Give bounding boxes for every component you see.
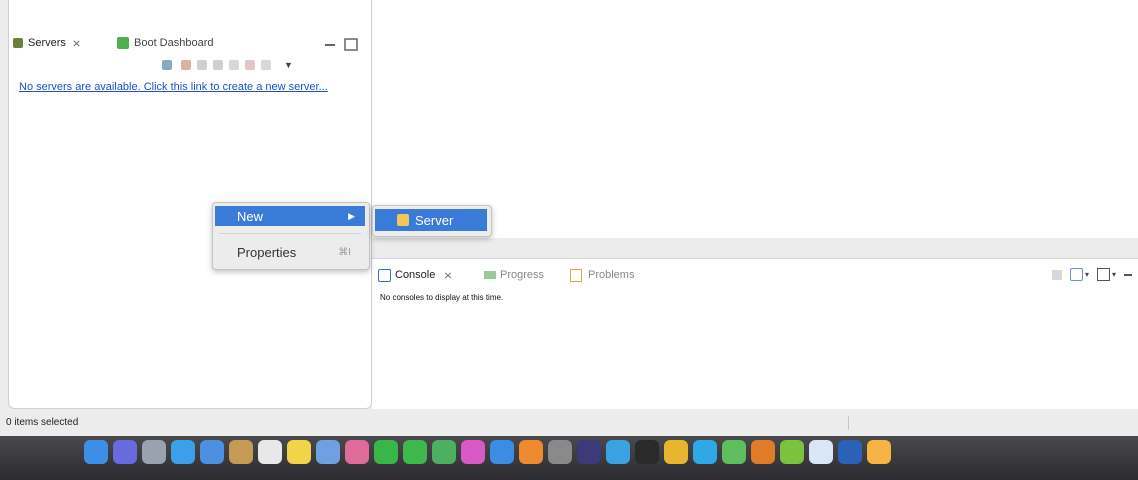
word-icon[interactable] [838, 440, 862, 464]
open-console-icon[interactable] [1096, 268, 1110, 281]
status-divider [848, 416, 849, 430]
debug-server-icon[interactable] [181, 60, 191, 70]
dock [0, 436, 1138, 480]
console-icon [378, 268, 391, 282]
maximize-icon[interactable] [344, 38, 358, 51]
android-icon[interactable] [780, 440, 804, 464]
tab-problems-label: Problems [588, 269, 635, 281]
console-message: No consoles to display at this time. [380, 293, 504, 302]
tab-servers-label: Servers [28, 37, 66, 49]
profile-server-icon[interactable] [229, 60, 239, 70]
numbers-icon[interactable] [432, 440, 456, 464]
system-preferences-icon[interactable] [548, 440, 572, 464]
tab-progress-label: Progress [500, 269, 545, 281]
dock-apps [84, 440, 896, 464]
tab-servers[interactable]: Servers ⨯ [13, 34, 82, 52]
pin-console-icon[interactable] [1051, 269, 1062, 280]
servers-tab-bar: Servers ⨯ Boot Dashboard [9, 30, 371, 54]
app-store-icon[interactable] [490, 440, 514, 464]
create-server-link[interactable]: No servers are available. Click this lin… [19, 80, 359, 94]
stop-server-icon[interactable] [245, 60, 255, 70]
spring-tool-icon[interactable] [722, 440, 746, 464]
docker-icon[interactable] [606, 440, 630, 464]
tab-console[interactable]: Console ⨯ [378, 267, 453, 283]
menu-item-properties-label: Properties [237, 244, 297, 260]
new-submenu: Server [372, 205, 492, 237]
view-menu-icon[interactable]: ▼ [284, 60, 293, 70]
chevron-down-icon[interactable]: ▾ [1112, 270, 1116, 279]
view-controls [325, 38, 358, 51]
folder-icon[interactable] [867, 440, 891, 464]
tab-progress[interactable]: Progress [484, 267, 544, 283]
photos-icon[interactable] [345, 440, 369, 464]
launchpad-icon[interactable] [142, 440, 166, 464]
chrome-icon[interactable] [664, 440, 688, 464]
facetime-icon[interactable] [403, 440, 427, 464]
problems-icon [570, 268, 582, 282]
servers-toolbar: ▼ [159, 58, 293, 72]
status-text: 0 items selected [6, 417, 79, 428]
collapse-icon[interactable] [162, 60, 172, 70]
tab-problems[interactable]: Problems [570, 267, 634, 283]
status-bar: 0 items selected [0, 412, 1138, 434]
menu-separator [219, 233, 361, 234]
tab-console-label: Console [395, 269, 436, 281]
skype-icon[interactable] [693, 440, 717, 464]
tab-boot-dashboard[interactable]: Boot Dashboard [117, 34, 214, 52]
finder-icon[interactable] [84, 440, 108, 464]
sublime-icon[interactable] [751, 440, 775, 464]
file-icon[interactable] [809, 440, 833, 464]
menu-item-server-label: Server [415, 212, 454, 228]
itunes-icon[interactable] [461, 440, 485, 464]
siri-icon[interactable] [113, 440, 137, 464]
menu-item-properties[interactable]: Properties ⌘I [215, 241, 365, 263]
submenu-arrow-icon: ▶ [348, 210, 355, 221]
progress-icon [484, 271, 496, 279]
display-console-icon[interactable] [1069, 268, 1083, 281]
menu-item-new-label: New [237, 208, 264, 224]
shortcut-label: ⌘I [338, 246, 351, 258]
messages-icon[interactable] [374, 440, 398, 464]
start-server-icon[interactable] [197, 60, 207, 70]
safari-icon[interactable] [171, 440, 195, 464]
eclipse-icon[interactable] [577, 440, 601, 464]
menu-item-new[interactable]: New ▶ [215, 206, 365, 226]
console-toolbar: ▾ ▾ [1051, 268, 1132, 281]
editor-area [372, 0, 1138, 238]
stickies-icon[interactable] [287, 440, 311, 464]
boot-dashboard-icon [117, 37, 129, 49]
books-icon[interactable] [519, 440, 543, 464]
view-separator [372, 238, 1138, 258]
server-icon [397, 214, 409, 226]
close-icon[interactable]: ⨯ [443, 269, 452, 282]
calendar-icon[interactable] [258, 440, 282, 464]
terminal-icon[interactable] [635, 440, 659, 464]
publish-icon[interactable] [261, 60, 271, 70]
restart-server-icon[interactable] [213, 60, 223, 70]
servers-icon [13, 38, 23, 48]
menu-item-server[interactable]: Server [375, 209, 487, 231]
minimize-icon[interactable] [325, 44, 335, 46]
document-icon[interactable] [316, 440, 340, 464]
console-view: Console ⨯ Progress Problems ▾ ▾ No conso… [372, 258, 1138, 409]
close-icon[interactable]: ⨯ [72, 37, 81, 50]
notes-book-icon[interactable] [229, 440, 253, 464]
chevron-down-icon[interactable]: ▾ [1085, 270, 1089, 279]
minimize-icon[interactable] [1124, 273, 1132, 276]
preview-icon[interactable] [200, 440, 224, 464]
tab-boot-dashboard-label: Boot Dashboard [134, 37, 214, 49]
context-menu: New ▶ Properties ⌘I [212, 202, 370, 270]
